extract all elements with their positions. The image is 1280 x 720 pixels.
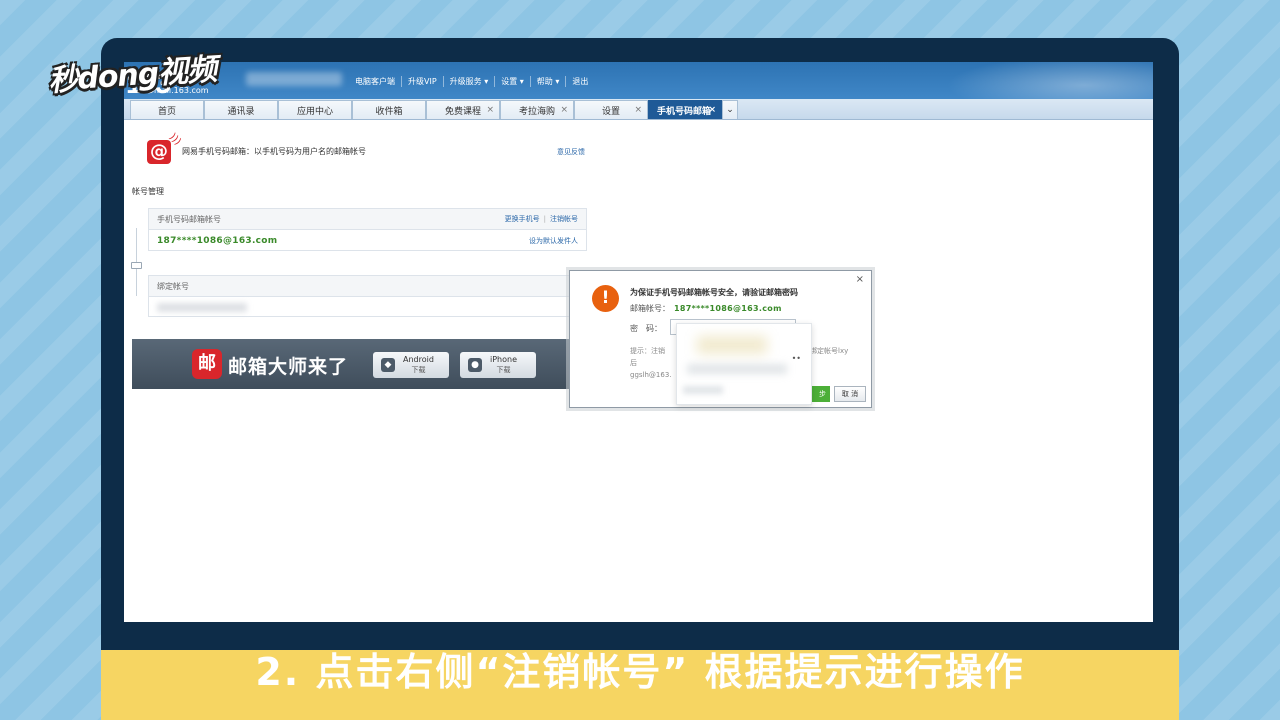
account-box: 手机号码邮箱帐号 更换手机号 | 注销帐号 187****1086@163.com … xyxy=(148,208,587,251)
hint-text: 提示：注销后 xyxy=(630,347,665,367)
main-content: @ ))) 网易手机号码邮箱：以手机号码为用户名的邮箱帐号 意见反馈 帐号管理 … xyxy=(124,120,1153,622)
tab-label: 设置 xyxy=(601,106,620,117)
tab-label: 考拉海购 xyxy=(518,106,555,117)
mail-master-banner[interactable]: 邮 邮箱大师来了 ◆ Android 下载 ● iPhone 下载 xyxy=(132,339,572,389)
account-row: 187****1086@163.com 设为默认发件人 xyxy=(149,230,586,252)
tab-label: 首页 xyxy=(157,106,176,117)
blurred-suggestion xyxy=(687,364,787,374)
tab-contacts[interactable]: 通讯录 xyxy=(204,100,278,119)
tab-label: 通讯录 xyxy=(227,106,255,117)
feedback-link[interactable]: 意见反馈 xyxy=(557,147,585,157)
dialog-account-label: 邮箱帐号： xyxy=(630,304,670,313)
close-icon[interactable]: × xyxy=(560,105,568,115)
top-links: 电脑客户端 升级VIP 升级服务 ▾ 设置 ▾ 帮助 ▾ 退出 xyxy=(349,76,594,87)
account-actions: 更换手机号 | 注销帐号 xyxy=(505,214,578,224)
top-link-service[interactable]: 升级服务 ▾ xyxy=(442,76,495,87)
tab-free-courses[interactable]: 免费课程 × xyxy=(426,100,500,119)
warning-icon: ! xyxy=(592,285,619,312)
tab-phone-mailbox[interactable]: 手机号码邮箱 × xyxy=(648,100,722,119)
verify-password-dialog: × ! 为保证手机号码邮箱帐号安全，请验证邮箱密码 邮箱帐号： 187****10… xyxy=(569,270,872,408)
close-icon[interactable]: × xyxy=(856,274,864,285)
caption-bar: 2. 点击右侧“注销帐号” 根据提示进行操作 xyxy=(101,650,1179,720)
tab-home[interactable]: 首页 xyxy=(130,100,204,119)
account-email: 187****1086@163.com xyxy=(157,236,278,246)
mail-header: 163 mail.163.com 电脑客户端 升级VIP 升级服务 ▾ 设置 ▾… xyxy=(124,62,1153,120)
tab-settings[interactable]: 设置 × xyxy=(574,100,648,119)
intro-text: 网易手机号码邮箱：以手机号码为用户名的邮箱帐号 xyxy=(182,147,366,156)
tab-app-center[interactable]: 应用中心 xyxy=(278,100,352,119)
blurred-suggestion xyxy=(697,336,767,354)
section-title: 帐号管理 xyxy=(132,187,164,196)
hint-text-line2: ggslh@163. xyxy=(630,371,672,379)
link-separator: | xyxy=(543,215,546,223)
download-text: Android 下载 xyxy=(403,355,434,375)
dialog-account: 邮箱帐号： 187****1086@163.com xyxy=(630,303,782,314)
top-link-client[interactable]: 电脑客户端 xyxy=(349,76,401,87)
tab-label: 收件箱 xyxy=(375,106,403,117)
close-icon[interactable]: × xyxy=(486,105,494,115)
apple-icon: ● xyxy=(468,358,482,372)
dialog-account-value: 187****1086@163.com xyxy=(674,304,782,313)
tab-inbox[interactable]: 收件箱 xyxy=(352,100,426,119)
suggestion-dots: •• xyxy=(791,354,801,363)
set-default-sender-link[interactable]: 设为默认发件人 xyxy=(529,236,578,246)
tabs-more-button[interactable]: ⌄ xyxy=(722,100,738,119)
bind-account-box: 绑定帐号 xyxy=(148,275,587,317)
top-link-help[interactable]: 帮助 ▾ xyxy=(529,76,566,87)
close-icon[interactable]: × xyxy=(708,105,716,115)
iphone-download-button[interactable]: ● iPhone 下载 xyxy=(460,352,536,378)
top-link-settings[interactable]: 设置 ▾ xyxy=(494,76,530,87)
download-text: iPhone 下载 xyxy=(490,355,517,375)
cancel-account-link[interactable]: 注销帐号 xyxy=(550,215,578,223)
top-link-vip[interactable]: 升级VIP xyxy=(401,76,443,87)
blurred-suggestion xyxy=(683,386,723,394)
tab-kaola[interactable]: 考拉海购 × xyxy=(500,100,574,119)
blurred-bound-account xyxy=(157,303,247,312)
cancel-button[interactable]: 取 消 xyxy=(834,386,866,402)
tab-label: 免费课程 xyxy=(444,106,481,117)
tab-label: 手机号码邮箱 xyxy=(657,106,712,117)
download-sub: 下载 xyxy=(411,366,426,374)
change-phone-link[interactable]: 更换手机号 xyxy=(505,215,540,223)
download-platform: iPhone xyxy=(490,355,518,364)
dialog-title: 为保证手机号码邮箱帐号安全，请验证邮箱密码 xyxy=(630,288,798,297)
account-box-header: 手机号码邮箱帐号 更换手机号 | 注销帐号 xyxy=(149,209,586,230)
caption-text: 2. 点击右侧“注销帐号” 根据提示进行操作 xyxy=(255,650,1025,694)
banner-title: 邮箱大师来了 xyxy=(228,356,349,378)
top-link-logout[interactable]: 退出 xyxy=(565,76,594,87)
android-icon: ◆ xyxy=(381,358,395,372)
browser-screen: 163 mail.163.com 电脑客户端 升级VIP 升级服务 ▾ 设置 ▾… xyxy=(124,62,1153,622)
tab-bar: 首页 通讯录 应用中心 收件箱 免费课程 × 考拉海购 × 设置 × 手机号码邮箱 × … xyxy=(124,99,1153,120)
android-download-button[interactable]: ◆ Android 下载 xyxy=(373,352,449,378)
password-autocomplete-dropdown[interactable]: •• xyxy=(676,323,812,405)
at-sign-icon: @ xyxy=(147,140,171,164)
download-platform: Android xyxy=(403,355,434,364)
bind-account-header: 绑定帐号 xyxy=(149,276,586,297)
tab-label: 应用中心 xyxy=(296,106,333,117)
mail-master-logo: 邮 xyxy=(192,349,222,379)
close-icon[interactable]: × xyxy=(634,105,642,115)
link-icon xyxy=(131,262,142,269)
chevron-down-icon: ⌄ xyxy=(726,105,734,115)
password-label: 密 码： xyxy=(630,324,662,333)
hint-text-right: 绑定帐号lxy xyxy=(810,347,849,355)
account-box-title: 手机号码邮箱帐号 xyxy=(157,214,221,224)
download-sub: 下载 xyxy=(496,366,511,374)
blurred-username xyxy=(246,72,342,86)
